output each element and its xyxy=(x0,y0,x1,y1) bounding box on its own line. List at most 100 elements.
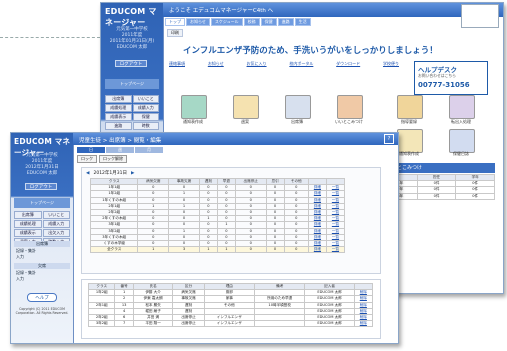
back-tab[interactable]: 生活 xyxy=(294,18,311,26)
back-tabs: トップ お知らせ スケジュール 校務 保健 進路 生活 xyxy=(165,18,312,26)
front-menu-button[interactable]: 成績表示 xyxy=(14,229,42,237)
connector-line xyxy=(0,37,100,38)
table-cell: 3 xyxy=(168,246,200,254)
back-side-item[interactable]: 時数 xyxy=(132,122,159,130)
row-action-link[interactable]: 一覧 xyxy=(325,246,346,254)
helpdesk-sub: お問い合わせはこちら xyxy=(418,73,456,78)
front-page-title: 児童生徒 > 出席簿 > 閲覧・編集 xyxy=(79,138,162,144)
front-lock-buttons: ロック ロック解除 xyxy=(77,155,127,163)
back-side-item[interactable]: 保健 xyxy=(132,113,159,121)
back-header: ようこそ エデュコムマネージャーC4th へ xyxy=(163,3,503,28)
guidance-record-icon[interactable] xyxy=(397,95,423,119)
front-logout-button[interactable]: ログアウト xyxy=(25,183,57,190)
front-sidebar: EDUCOM マネージャー 元気第一中学校 2011年度 2012年1月31日 … xyxy=(11,133,74,343)
panel-title: いいとこみつけ xyxy=(383,163,495,173)
icon-label: 指導要録 xyxy=(401,119,417,124)
calendar-widget[interactable] xyxy=(461,4,499,28)
summary-table: クラス 病気欠席 事故欠席 遅刻 早退 出席停止 忌引 その他 1年1組 0 0 0 0 0 0 0 詳細 一覧… xyxy=(89,177,346,254)
front-menu-section2: 欠席 xyxy=(14,263,70,269)
panel-cell: 0件 xyxy=(416,192,457,200)
back-side-item[interactable]: 成績処理 xyxy=(105,104,132,112)
help-question-icon[interactable]: ? xyxy=(384,134,394,144)
table-cell: 7 xyxy=(114,320,134,328)
back-side-item[interactable]: 成績表示 xyxy=(105,113,132,121)
front-menu-link[interactable]: 入力 xyxy=(16,276,36,282)
back-print-button[interactable]: 印刷 xyxy=(167,29,183,37)
summary-panel: ◀ 2012年1月31日 ▶ クラス 病気欠席 事故欠席 遅刻 早退 出席停止 忌引 その他 … xyxy=(81,167,381,274)
front-menu-button[interactable]: 出欠入力 xyxy=(42,229,70,237)
helpdesk-box[interactable]: ヘルプデスク お問い合わせはこちら 00777-31056 xyxy=(414,61,488,95)
table-cell: 出席停止 xyxy=(172,320,205,328)
back-tab[interactable]: 保健 xyxy=(260,18,277,26)
back-link[interactable]: 連絡事項 xyxy=(169,61,185,81)
back-side-item[interactable]: 成績入力 xyxy=(132,104,159,112)
icon-label: 出席簿 xyxy=(291,119,303,124)
table-cell: 1 xyxy=(137,246,170,254)
front-menu-button[interactable]: 成績処理 xyxy=(14,220,42,228)
back-link[interactable]: お気に入り xyxy=(247,61,267,81)
next-day-icon[interactable]: ▶ xyxy=(131,171,134,176)
back-side-title[interactable]: トップページ xyxy=(105,79,159,89)
table-cell: 0 xyxy=(234,246,267,254)
back-user: EDUCOM 太郎 xyxy=(116,45,148,50)
back-link[interactable]: 校内ポータル xyxy=(289,61,313,81)
weekly-plan-icon[interactable] xyxy=(233,95,259,119)
back-link[interactable]: お知らせ xyxy=(208,61,224,81)
front-window: EDUCOM マネージャー 元気第一中学校 2011年度 2012年1月31日 … xyxy=(10,132,399,344)
table-cell: 平田 翔一 xyxy=(132,320,174,328)
table-cell xyxy=(253,320,306,328)
front-view-tabs: 日 週 月 xyxy=(77,147,163,153)
front-menu-title[interactable]: トップページ xyxy=(14,198,70,208)
date-nav: ◀ 2012年1月31日 ▶ xyxy=(86,170,134,177)
front-menu-button[interactable]: 成績入力 xyxy=(42,220,70,228)
table-cell: EDUCOM 太郎 xyxy=(304,320,355,328)
front-menu-button[interactable]: いいこと xyxy=(42,211,70,219)
front-view-tab[interactable]: 週 xyxy=(106,147,134,153)
back-logo: EDUCOM マネージャー xyxy=(105,7,157,27)
front-help-button[interactable]: ヘルプ xyxy=(27,293,57,302)
back-links: 連絡事項 お知らせ お気に入り 校内ポータル ダウンロード 学校便り xyxy=(169,61,399,81)
report-create-icon[interactable] xyxy=(397,129,423,153)
front-copyright: Copyright (C) 2011 EDUCOM Corporation. A… xyxy=(15,307,69,315)
front-view-tab[interactable]: 日 xyxy=(77,147,105,153)
helpdesk-phone: 00777-31056 xyxy=(418,81,470,89)
table-row: 3年2組 7 平田 翔一 出席停止 インフルエンザ EDUCOM 太郎 削除 xyxy=(87,320,374,328)
back-tab[interactable]: トップ xyxy=(165,18,185,26)
front-view-tab[interactable]: 月 xyxy=(135,147,163,153)
front-menu-button[interactable]: 出席簿 xyxy=(14,211,42,219)
front-menu-link[interactable]: 入力 xyxy=(16,254,36,260)
back-tab[interactable]: スケジュール xyxy=(210,18,243,26)
back-link[interactable]: 学校便り xyxy=(383,61,399,81)
good-points-icon[interactable] xyxy=(337,95,363,119)
attendance-book-icon[interactable] xyxy=(285,95,311,119)
panel-table: 担任 学年 1年 0件 0件 2年 0件 0件 3年 0件 0件 xyxy=(383,173,495,200)
table-cell: 1 xyxy=(198,246,218,254)
icon-label: 週案 xyxy=(241,119,249,124)
banner-message: インフルエンザ予防のため、手洗いうがいをしっかりしましょう！ xyxy=(183,46,438,56)
back-side-item[interactable]: 進路 xyxy=(105,122,132,130)
back-link[interactable]: ダウンロード xyxy=(336,61,360,81)
back-logout-button[interactable]: ログアウト xyxy=(115,60,147,67)
back-header-title: ようこそ エデュコムマネージャーC4th へ xyxy=(169,8,274,14)
front-header: 児童生徒 > 出席簿 > 閲覧・編集 ? xyxy=(73,133,398,145)
icon-label: 保健日誌 xyxy=(453,151,469,156)
delete-link[interactable]: 削除 xyxy=(353,320,374,328)
detail-panel: クラス 番号 氏名 区分 理由 備考 記入者 1年2組 1 伊藤 大介 病気欠席 風邪 EDUCOM … xyxy=(81,279,381,339)
table-cell: インフルエンザ xyxy=(203,320,255,328)
back-tab[interactable]: お知らせ xyxy=(186,18,210,26)
table-cell: 0 xyxy=(283,246,309,254)
back-tab[interactable]: 校務 xyxy=(243,18,260,26)
unlock-button[interactable]: ロック解除 xyxy=(99,155,127,163)
icon-label: いいとこみつけ xyxy=(335,119,363,124)
panel-cell: 0件 xyxy=(455,192,495,200)
health-diary-icon[interactable] xyxy=(449,129,475,153)
back-side-item[interactable]: いいこと xyxy=(132,95,159,103)
transfer-icon[interactable] xyxy=(449,95,475,119)
back-tab[interactable]: 進路 xyxy=(277,18,294,26)
lock-button[interactable]: ロック xyxy=(77,155,97,163)
back-side-item[interactable]: 出席簿 xyxy=(105,95,132,103)
prev-day-icon[interactable]: ◀ xyxy=(86,171,89,176)
report-card-icon[interactable] xyxy=(181,95,207,119)
row-action-link[interactable]: 詳細 xyxy=(307,246,327,254)
table-row: 全クラス 1 3 1 1 0 0 0 詳細 一覧 xyxy=(89,246,346,254)
